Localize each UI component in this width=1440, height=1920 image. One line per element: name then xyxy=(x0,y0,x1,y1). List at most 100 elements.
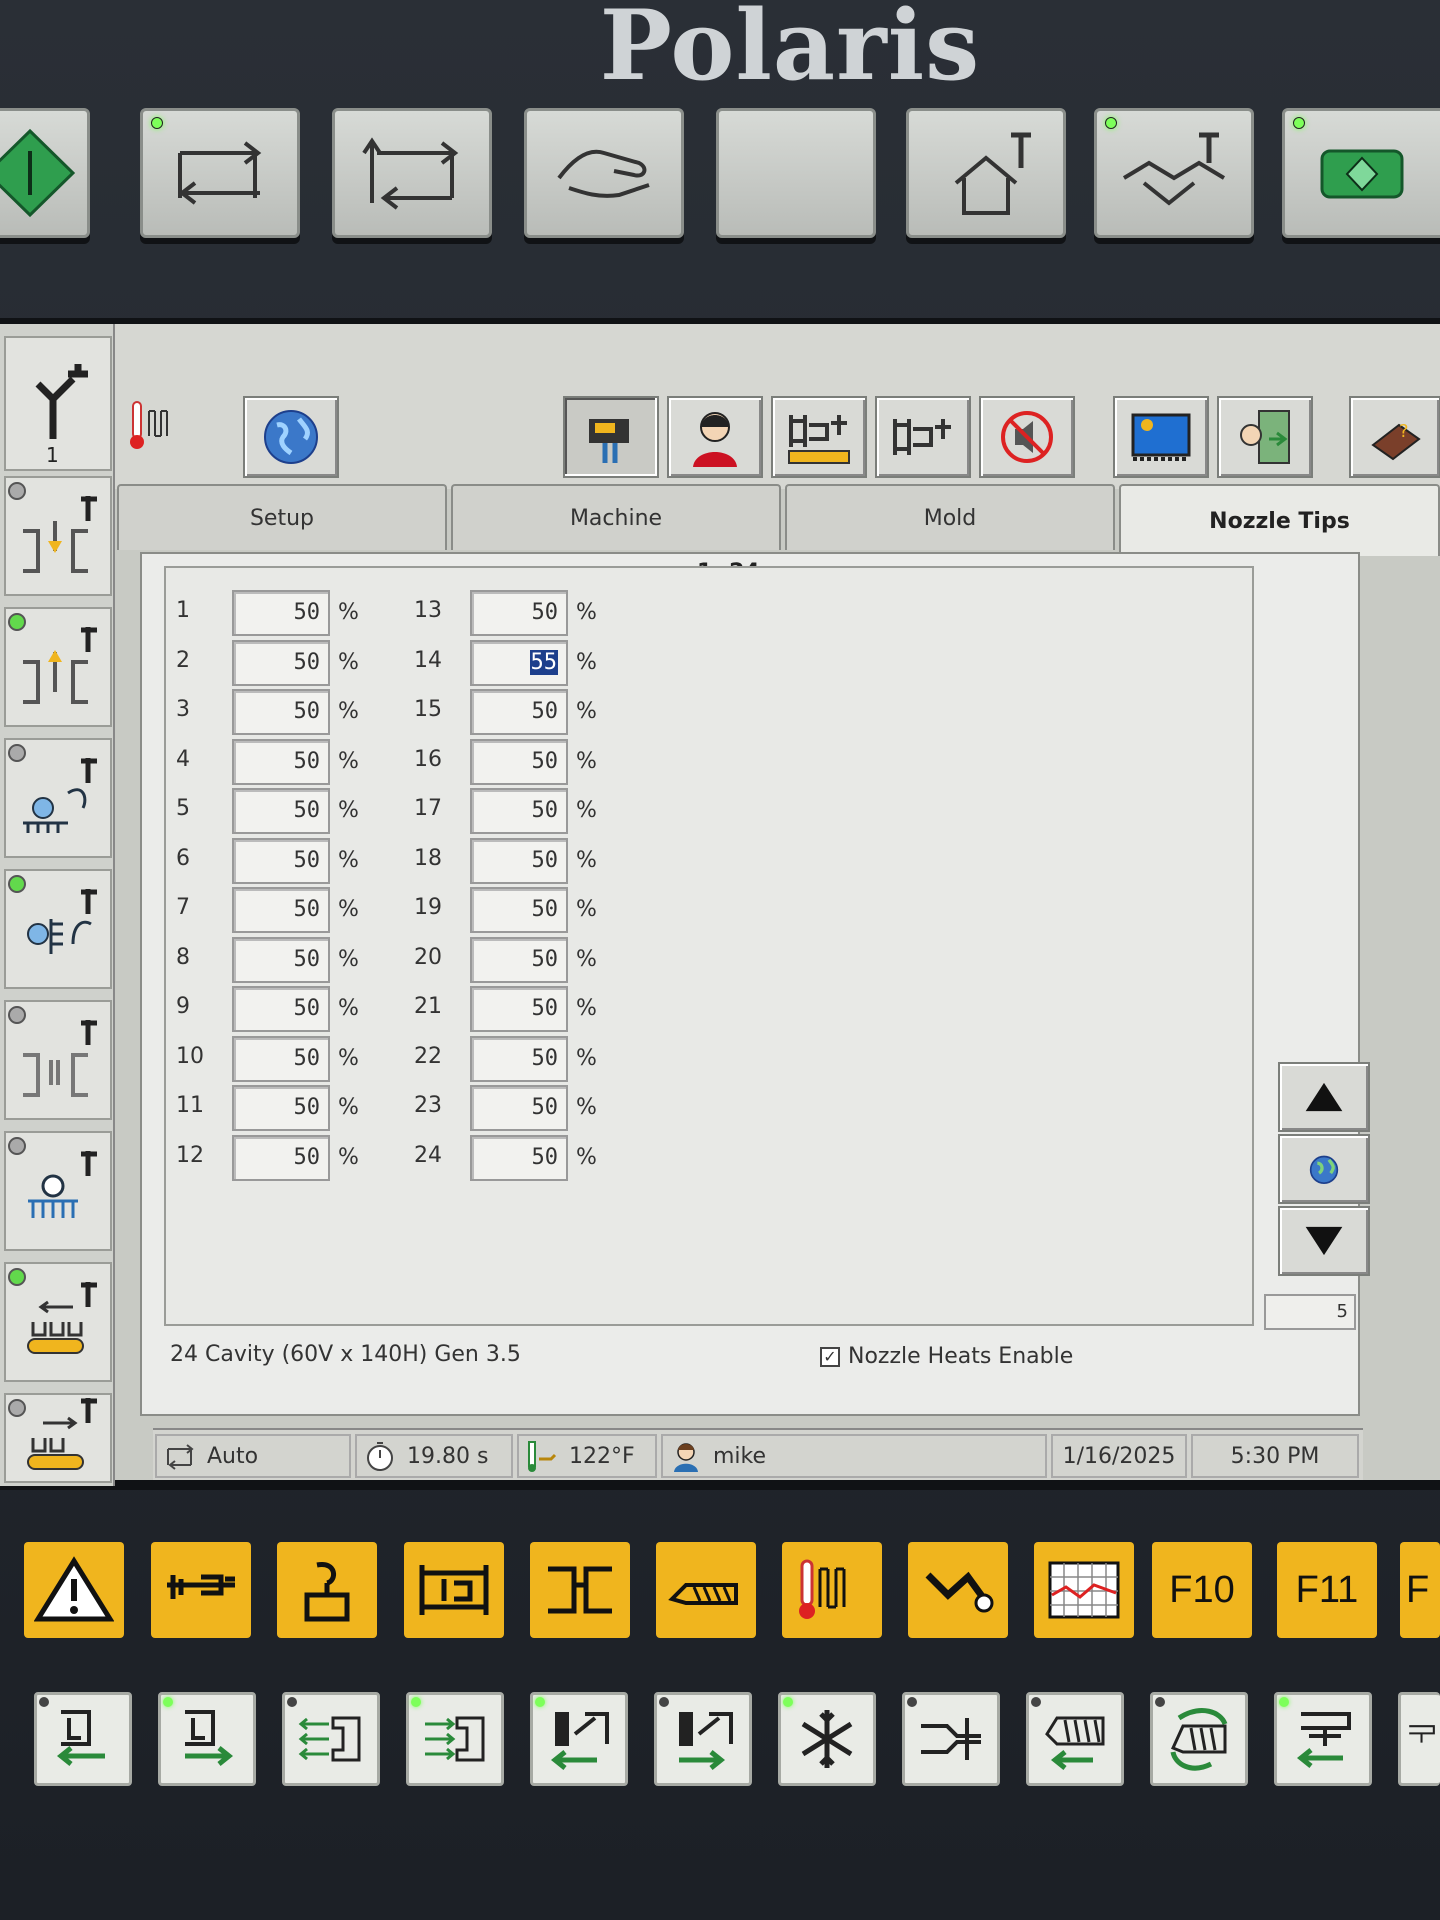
nozzle-row: 19 50% xyxy=(414,887,614,935)
nozzle-percent-input[interactable]: 50 xyxy=(470,590,568,636)
nozzle-percent-input[interactable]: 50 xyxy=(470,1134,568,1181)
f10-key[interactable]: F10 xyxy=(1152,1542,1252,1638)
robot-step-mold-open[interactable] xyxy=(4,476,112,596)
led-indicator xyxy=(1155,1697,1165,1707)
core-out-key[interactable] xyxy=(654,1692,752,1786)
blank-key[interactable] xyxy=(716,108,876,238)
cooling-key[interactable] xyxy=(778,1692,876,1786)
mode-label: Auto xyxy=(207,1443,259,1469)
robot-home-key[interactable] xyxy=(906,108,1066,238)
page-number-field[interactable]: 5 xyxy=(1264,1294,1356,1330)
nozzle-heats-checkbox[interactable]: ✓ xyxy=(820,1346,840,1367)
injection-unit-key[interactable] xyxy=(151,1542,251,1638)
cycle-start-key[interactable] xyxy=(0,108,90,238)
scroll-down-button[interactable] xyxy=(1278,1206,1370,1276)
nozzle-number: 9 xyxy=(176,994,190,1019)
clamp-key[interactable] xyxy=(404,1542,504,1638)
mold-close-key[interactable] xyxy=(34,1692,132,1786)
alarm-key[interactable] xyxy=(24,1542,124,1638)
robot-step-vacuum[interactable] xyxy=(4,1131,112,1251)
nozzle-number: 24 xyxy=(414,1142,442,1168)
robot-step-rotate-back[interactable] xyxy=(4,869,112,989)
robot-step-conveyor[interactable] xyxy=(4,1262,112,1382)
carriage-forward-key[interactable] xyxy=(1398,1692,1440,1786)
nozzle-percent-input[interactable]: 50 xyxy=(470,986,568,1032)
carriage-back-key[interactable] xyxy=(1274,1692,1372,1786)
nozzle-percent-input[interactable]: 50 xyxy=(232,738,330,785)
mold-open-key[interactable] xyxy=(158,1692,256,1786)
suck-back-key[interactable] xyxy=(1026,1692,1124,1786)
nozzle-percent-input[interactable]: 50 xyxy=(232,837,330,884)
scroll-up-button[interactable] xyxy=(1278,1062,1370,1132)
nozzle-percent-input[interactable]: 50 xyxy=(232,887,330,933)
logout-button[interactable] xyxy=(1217,396,1313,478)
screen-capture-button[interactable] xyxy=(1113,396,1209,478)
screw-key[interactable] xyxy=(656,1542,756,1638)
nozzle-row: 6 50% xyxy=(176,837,376,886)
robot-arm-icon xyxy=(925,1571,994,1613)
nozzle-percent-input[interactable]: 50 xyxy=(232,1134,330,1181)
semi-auto-key[interactable] xyxy=(332,108,492,238)
nozzle-percent-input[interactable]: 50 xyxy=(470,738,568,785)
nozzle-row: 7 50% xyxy=(176,887,376,935)
nozzle-key[interactable] xyxy=(902,1692,1000,1786)
core-in-key[interactable] xyxy=(530,1692,628,1786)
exit-door-icon xyxy=(1240,410,1290,464)
mute-alarm-button[interactable] xyxy=(979,396,1075,478)
nozzle-percent-input[interactable]: 50 xyxy=(232,1035,330,1082)
graph-key[interactable] xyxy=(1034,1542,1134,1638)
nozzle-row: 20 50% xyxy=(414,936,614,985)
nozzle-percent-input[interactable]: 50 xyxy=(232,639,330,686)
nozzle-percent-input[interactable]: 55 xyxy=(470,639,568,686)
manual-mode-key[interactable] xyxy=(524,108,684,238)
nozzle-percent-input[interactable]: 50 xyxy=(470,689,568,735)
help-button[interactable]: ? xyxy=(1349,396,1440,478)
led-indicator xyxy=(535,1697,545,1707)
tab-mold[interactable]: Mold xyxy=(785,484,1115,550)
robot-select-button[interactable]: 1 xyxy=(4,336,112,471)
video-camera-button[interactable] xyxy=(563,396,659,478)
nozzle-row: 1 50% xyxy=(176,590,376,638)
nozzle-percent-input[interactable]: 50 xyxy=(470,936,568,983)
screw-rotate-key[interactable] xyxy=(1150,1692,1248,1786)
machine-button[interactable] xyxy=(875,396,971,478)
auto-cycle-key[interactable] xyxy=(140,108,300,238)
robot-step-mold-up[interactable] xyxy=(4,607,112,727)
nozzle-heats-toggle[interactable]: ✓ Nozzle Heats Enable xyxy=(820,1344,1073,1369)
nozzle-percent-input[interactable]: 50 xyxy=(470,788,568,834)
tab-setup[interactable]: Setup xyxy=(117,484,447,550)
robot-key[interactable] xyxy=(908,1542,1008,1638)
robot-handshake-key[interactable] xyxy=(1094,108,1254,238)
language-scroll-button[interactable] xyxy=(1278,1134,1370,1204)
nozzle-percent-input[interactable]: 50 xyxy=(232,936,330,983)
nozzle-percent-input[interactable]: 50 xyxy=(232,986,330,1032)
f11-key[interactable]: F11 xyxy=(1277,1542,1377,1638)
user-status: mike xyxy=(661,1434,1047,1478)
percent-unit: % xyxy=(576,897,597,922)
nozzle-percent-input[interactable]: 50 xyxy=(232,689,330,735)
nozzle-percent-input[interactable]: 50 xyxy=(470,1085,568,1131)
nozzle-percent-input[interactable]: 50 xyxy=(470,1035,568,1082)
ejector-back-key[interactable] xyxy=(282,1692,380,1786)
operator-button[interactable] xyxy=(667,396,763,478)
nozzle-percent-input[interactable]: 50 xyxy=(470,837,568,884)
nozzle-percent-input[interactable]: 50 xyxy=(232,590,330,636)
language-globe-button[interactable] xyxy=(243,396,339,478)
motor-key[interactable] xyxy=(1282,108,1440,238)
nozzle-percent-input[interactable]: 50 xyxy=(232,788,330,834)
f12-key[interactable]: F xyxy=(1400,1542,1440,1638)
ejector-key[interactable] xyxy=(277,1542,377,1638)
heats-key[interactable] xyxy=(782,1542,882,1638)
robot-step-insert[interactable] xyxy=(4,1000,112,1120)
nozzle-percent-input[interactable]: 50 xyxy=(470,887,568,933)
nozzle-percent-input[interactable]: 50 xyxy=(232,1085,330,1131)
start-diamond-icon xyxy=(0,128,75,218)
tab-nozzle-tips[interactable]: Nozzle Tips xyxy=(1119,484,1440,556)
robot-step-rotate[interactable] xyxy=(4,738,112,858)
ejector-forward-key[interactable] xyxy=(406,1692,504,1786)
machine-overview-button[interactable] xyxy=(771,396,867,478)
mold-key[interactable] xyxy=(530,1542,630,1638)
tab-machine[interactable]: Machine xyxy=(451,484,781,550)
robot-step-conveyor-return[interactable] xyxy=(4,1393,112,1483)
mold-halves-icon xyxy=(548,1566,612,1614)
